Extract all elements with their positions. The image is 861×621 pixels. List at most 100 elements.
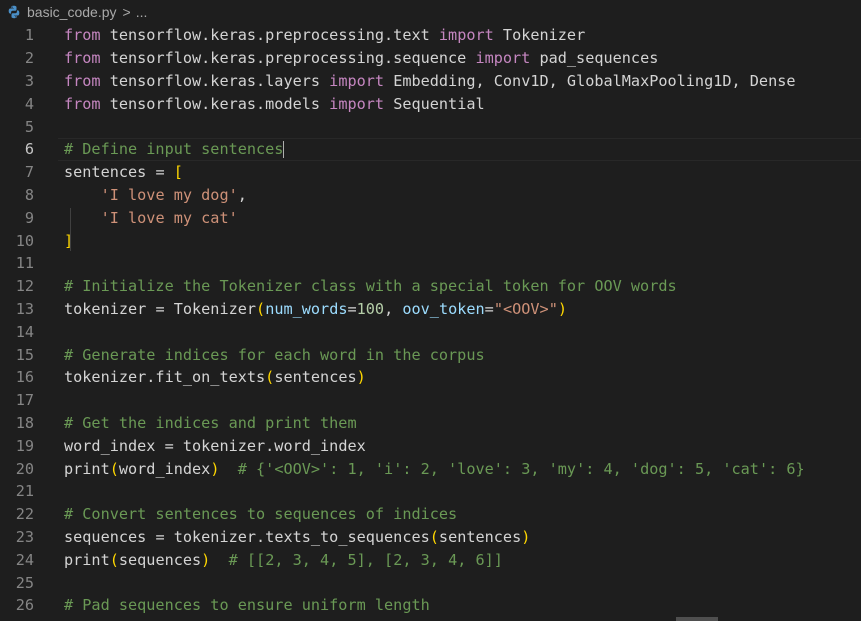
code-token: import: [329, 94, 385, 113]
line-number: 17: [15, 391, 34, 410]
line-number: 2: [24, 49, 34, 68]
code-text[interactable]: from tensorflow.keras.preprocessing.sequ…: [64, 49, 658, 67]
code-token: Tokenizer: [173, 299, 257, 318]
code-line[interactable]: 7 sentences = [: [0, 161, 861, 184]
code-token: from: [64, 71, 101, 90]
code-text[interactable]: # Get the indices and print them: [64, 414, 357, 432]
code-token: from: [64, 26, 101, 45]
code-token: =: [484, 299, 494, 318]
code-token: 'I love my dog': [100, 185, 238, 204]
code-token: ,: [384, 299, 403, 318]
code-line[interactable]: 24 print(sequences) # [[2, 3, 4, 5], [2, …: [0, 548, 861, 571]
code-text[interactable]: # Generate indices for each word in the …: [64, 346, 485, 364]
code-token: sentences: [274, 368, 357, 387]
code-token: import: [438, 26, 494, 45]
code-line[interactable]: 17: [0, 389, 861, 412]
code-text[interactable]: print(word_index) # {'<OOV>': 1, 'i': 2,…: [64, 460, 805, 478]
code-text[interactable]: from tensorflow.keras.models import Sequ…: [64, 95, 485, 113]
breadcrumb-file[interactable]: basic_code.py: [27, 4, 117, 20]
code-token: tensorflow.keras.preprocessing.sequence: [100, 49, 476, 68]
code-token: num_words: [265, 299, 348, 318]
code-text[interactable]: # Pad sequences to ensure uniform length: [64, 596, 430, 614]
code-lines[interactable]: 1 from tensorflow.keras.preprocessing.tex…: [0, 24, 861, 617]
code-line[interactable]: 2 from tensorflow.keras.preprocessing.seq…: [0, 47, 861, 70]
code-token: =: [146, 163, 174, 182]
code-line[interactable]: 5: [0, 115, 861, 138]
code-line[interactable]: 25: [0, 571, 861, 594]
code-token: sentences: [438, 527, 522, 546]
code-token: ): [521, 527, 531, 546]
code-line[interactable]: 12 # Initialize the Tokenizer class with …: [0, 275, 861, 298]
code-text[interactable]: ]: [64, 232, 73, 250]
code-text[interactable]: # Initialize the Tokenizer class with a …: [64, 277, 677, 295]
line-number: 3: [24, 71, 34, 90]
code-token: # Initialize the Tokenizer class with a …: [64, 277, 677, 296]
line-number: 16: [15, 368, 34, 387]
code-text[interactable]: from tensorflow.keras.preprocessing.text…: [64, 26, 585, 44]
code-line[interactable]: 18 # Get the indices and print them: [0, 412, 861, 435]
code-token: import: [475, 49, 531, 68]
code-token: (: [256, 299, 266, 318]
code-text[interactable]: from tensorflow.keras.layers import Embe…: [64, 72, 796, 90]
code-token: tokenizer.fit_on_texts: [64, 368, 266, 387]
code-token: =: [155, 436, 183, 455]
code-line[interactable]: 10]: [0, 229, 861, 252]
code-token: # Pad sequences to ensure uniform length: [64, 596, 430, 615]
code-text[interactable]: 'I love my cat': [64, 209, 238, 227]
text-cursor: [283, 141, 285, 159]
line-number: 22: [15, 505, 34, 524]
code-line[interactable]: 16 tokenizer.fit_on_texts(sentences): [0, 366, 861, 389]
line-number: 14: [15, 322, 34, 341]
code-line[interactable]: 3 from tensorflow.keras.layers import Emb…: [0, 70, 861, 93]
code-token: =: [146, 527, 174, 546]
code-line[interactable]: 11: [0, 252, 861, 275]
breadcrumb-symbols[interactable]: ...: [136, 4, 148, 20]
code-token: sequences: [64, 527, 147, 546]
code-text[interactable]: 'I love my dog',: [64, 186, 247, 204]
code-line[interactable]: 22 # Convert sentences to sequences of in…: [0, 503, 861, 526]
code-token: Embedding, Conv1D, GlobalMaxPooling1D, D…: [384, 71, 796, 90]
code-token: (: [109, 550, 119, 569]
line-number: 12: [15, 277, 34, 296]
code-token: # Convert sentences to sequences of indi…: [64, 505, 458, 524]
code-token: =: [146, 299, 174, 318]
code-line[interactable]: 6 # Define input sentences: [0, 137, 861, 161]
code-editor[interactable]: basic_code.py > ... 1 from tensorflow.ker…: [0, 0, 861, 621]
code-text[interactable]: # Convert sentences to sequences of indi…: [64, 505, 457, 523]
line-number: 5: [24, 117, 34, 136]
indent-guide: [70, 208, 71, 251]
code-token: "<OOV>": [493, 299, 558, 318]
code-token: ): [356, 368, 366, 387]
code-line[interactable]: 13 tokenizer = Tokenizer(num_words=100, o…: [0, 298, 861, 321]
code-token: (: [265, 368, 275, 387]
code-line[interactable]: 9 'I love my cat': [0, 206, 861, 229]
code-text[interactable]: print(sequences) # [[2, 3, 4, 5], [2, 3,…: [64, 551, 503, 569]
code-token: print: [64, 550, 110, 569]
code-text[interactable]: # Define input sentences: [64, 140, 285, 159]
code-line[interactable]: 19 word_index = tokenizer.word_index: [0, 434, 861, 457]
code-text[interactable]: tokenizer.fit_on_texts(sentences): [64, 368, 366, 386]
code-line[interactable]: 23 sequences = tokenizer.texts_to_sequenc…: [0, 526, 861, 549]
code-line[interactable]: 26 # Pad sequences to ensure uniform leng…: [0, 594, 861, 617]
code-line[interactable]: 20 print(word_index) # {'<OOV>': 1, 'i': …: [0, 457, 861, 480]
code-text[interactable]: tokenizer = Tokenizer(num_words=100, oov…: [64, 300, 567, 318]
code-text[interactable]: word_index = tokenizer.word_index: [64, 437, 366, 455]
line-number: 24: [15, 550, 34, 569]
line-number: 25: [15, 573, 34, 592]
code-line[interactable]: 15 # Generate indices for each word in th…: [0, 343, 861, 366]
code-line[interactable]: 1 from tensorflow.keras.preprocessing.tex…: [0, 24, 861, 47]
code-line[interactable]: 8 'I love my dog',: [0, 184, 861, 207]
code-token: (: [109, 459, 119, 478]
code-text[interactable]: sentences = [: [64, 163, 183, 181]
horizontal-scrollbar-thumb[interactable]: [676, 617, 718, 621]
code-token: ): [201, 550, 211, 569]
line-number: 13: [15, 299, 34, 318]
line-number: 23: [15, 527, 34, 546]
code-token: tensorflow.keras.layers: [100, 71, 330, 90]
code-line[interactable]: 21: [0, 480, 861, 503]
code-line[interactable]: 4 from tensorflow.keras.models import Seq…: [0, 92, 861, 115]
code-text[interactable]: sequences = tokenizer.texts_to_sequences…: [64, 528, 530, 546]
line-number: 4: [24, 94, 34, 113]
code-line[interactable]: 14: [0, 320, 861, 343]
